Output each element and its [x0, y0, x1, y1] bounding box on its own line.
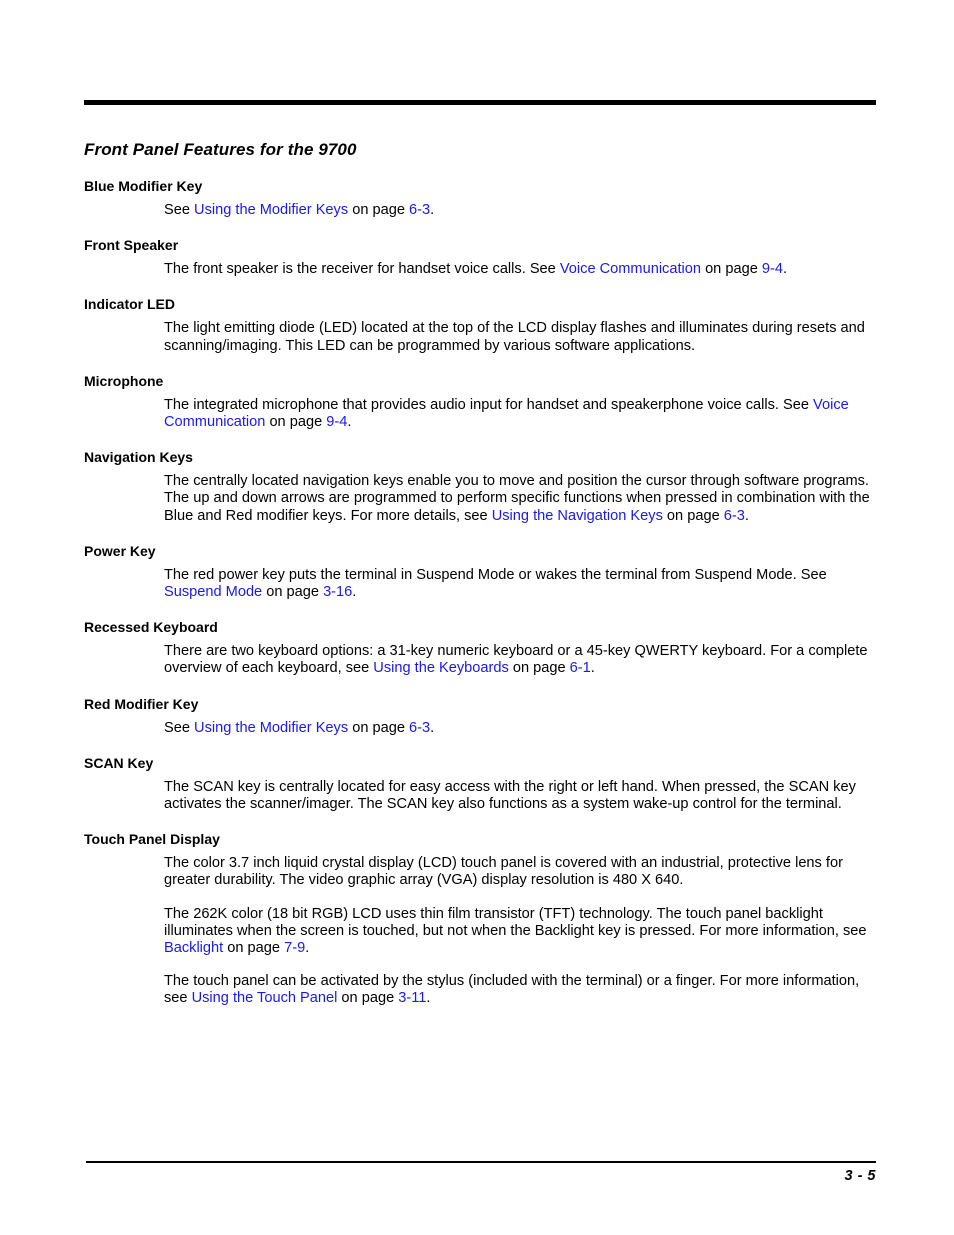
paragraph: The integrated microphone that provides … [164, 397, 876, 431]
paragraph-text: on page [337, 990, 399, 1007]
cross-reference-link[interactable]: 6-3 [724, 508, 745, 524]
paragraph: The light emitting diode (LED) located a… [164, 320, 876, 354]
cross-reference-link[interactable]: 9-4 [326, 414, 347, 430]
document-section: Front Speaker The front speaker is the re… [84, 237, 876, 278]
paragraph-text: The SCAN key is centrally located for ea… [164, 778, 856, 813]
cross-reference-link[interactable]: Backlight [164, 940, 223, 956]
document-section: SCAN Key The SCAN key is centrally locate… [84, 755, 876, 813]
cross-reference-link[interactable]: 6-1 [570, 660, 591, 676]
section-body: The centrally located navigation keys en… [164, 473, 876, 525]
section-heading: Navigation Keys [84, 449, 193, 466]
header-divider-rule [84, 100, 876, 105]
cross-reference-link[interactable]: 6-3 [409, 202, 430, 218]
paragraph-text: on page [508, 660, 570, 677]
section-heading: SCAN Key [84, 754, 154, 771]
cross-reference-link[interactable]: Using the Modifier Keys [194, 720, 348, 736]
section-body: The integrated microphone that provides … [164, 397, 876, 431]
paragraph: The front speaker is the receiver for ha… [164, 261, 876, 278]
section-body: The front speaker is the receiver for ha… [164, 261, 876, 278]
document-section: Microphone The integrated microphone that… [84, 373, 876, 431]
paragraph: There are two keyboard options: a 31-key… [164, 643, 876, 677]
paragraph: The red power key puts the terminal in S… [164, 567, 876, 601]
section-body: The light emitting diode (LED) located a… [164, 320, 876, 354]
paragraph-text: on page [701, 261, 762, 278]
cross-reference-link[interactable]: Using the Modifier Keys [194, 202, 348, 218]
document-page: Front Panel Features for the 9700 Blue M… [0, 0, 954, 1235]
paragraph: The color 3.7 inch liquid crystal displa… [164, 855, 876, 889]
paragraph-text: on page [223, 940, 285, 957]
paragraph: The centrally located navigation keys en… [164, 473, 876, 525]
paragraph-text: The red power key puts the terminal in S… [164, 566, 827, 583]
page-content: Front Panel Features for the 9700 Blue M… [84, 140, 876, 1026]
paragraph-text: on page [265, 414, 327, 431]
paragraph: The touch panel can be activated by the … [164, 973, 876, 1007]
paragraph: The SCAN key is centrally located for ea… [164, 779, 876, 813]
paragraph-text: . [430, 202, 435, 218]
document-section: Red Modifier Key See Using the Modifier K… [84, 696, 876, 737]
paragraph-text: The light emitting diode (LED) located a… [164, 320, 865, 354]
cross-reference-link[interactable]: 9-4 [762, 261, 783, 277]
paragraph-text: . [426, 990, 431, 1007]
footer-page-number: 3 - 5 [844, 1168, 876, 1184]
document-section: Power Key The red power key puts the term… [84, 543, 876, 601]
paragraph-text: on page [662, 507, 724, 524]
document-section: Touch Panel Display The color 3.7 inch li… [84, 831, 876, 1007]
paragraph-text: . [305, 940, 310, 957]
section-heading: Red Modifier Key [84, 695, 199, 712]
cross-reference-link[interactable]: Suspend Mode [164, 584, 262, 600]
document-section: Navigation Keys The centrally located nav… [84, 449, 876, 525]
footer-divider-rule [86, 1161, 876, 1163]
paragraph-text: . [782, 261, 788, 278]
paragraph-text: . [744, 507, 749, 524]
paragraph-text: . [352, 584, 357, 601]
paragraph: See Using the Modifier Keys on page 6-3. [164, 720, 876, 737]
section-heading: Recessed Keyboard [84, 619, 218, 636]
section-heading: Indicator LED [84, 296, 176, 313]
cross-reference-link[interactable]: Using the Navigation Keys [492, 508, 663, 524]
paragraph-text: The front speaker is the receiver for ha… [164, 261, 560, 278]
paragraph-text: . [590, 660, 595, 677]
document-section: Recessed Keyboard There are two keyboard … [84, 619, 876, 677]
section-body: The color 3.7 inch liquid crystal displa… [164, 855, 876, 1007]
paragraph-text: The integrated microphone that provides … [164, 396, 814, 413]
paragraph-text: on page [262, 584, 324, 601]
document-section: Indicator LED The light emitting diode (L… [84, 296, 876, 354]
section-body: The SCAN key is centrally located for ea… [164, 779, 876, 813]
paragraph-text: See [164, 202, 195, 218]
section-heading: Touch Panel Display [84, 831, 220, 848]
paragraph-text: The color 3.7 inch liquid crystal displa… [164, 855, 843, 889]
cross-reference-link[interactable]: 7-9 [284, 940, 305, 956]
paragraph-text: on page [348, 719, 410, 736]
page-title: Front Panel Features for the 9700 [84, 140, 357, 159]
paragraph: The 262K color (18 bit RGB) LCD uses thi… [164, 906, 876, 958]
cross-reference-link[interactable]: Voice Communication [560, 261, 701, 277]
paragraph-text: The 262K color (18 bit RGB) LCD uses thi… [164, 905, 867, 939]
sections-container: Blue Modifier Key See Using the Modifier … [84, 178, 876, 1008]
cross-reference-link[interactable]: 6-3 [409, 720, 430, 736]
section-body: See Using the Modifier Keys on page 6-3. [164, 720, 876, 737]
cross-reference-link[interactable]: Using the Keyboards [373, 660, 508, 676]
document-section: Blue Modifier Key See Using the Modifier … [84, 178, 876, 219]
section-heading: Microphone [84, 372, 164, 389]
section-heading: Power Key [84, 542, 156, 559]
paragraph-text: See [164, 719, 195, 736]
paragraph: See Using the Modifier Keys on page 6-3. [164, 202, 876, 219]
section-body: See Using the Modifier Keys on page 6-3. [164, 202, 876, 219]
cross-reference-link[interactable]: 3-11 [398, 990, 426, 1006]
section-heading: Front Speaker [84, 237, 179, 254]
section-heading: Blue Modifier Key [84, 178, 203, 194]
paragraph-text: . [347, 414, 352, 431]
paragraph-text: . [430, 719, 435, 736]
section-body: The red power key puts the terminal in S… [164, 567, 876, 601]
paragraph-text: on page [348, 202, 410, 218]
cross-reference-link[interactable]: 3-16 [323, 584, 352, 600]
section-body: There are two keyboard options: a 31-key… [164, 643, 876, 677]
cross-reference-link[interactable]: Using the Touch Panel [192, 990, 338, 1006]
